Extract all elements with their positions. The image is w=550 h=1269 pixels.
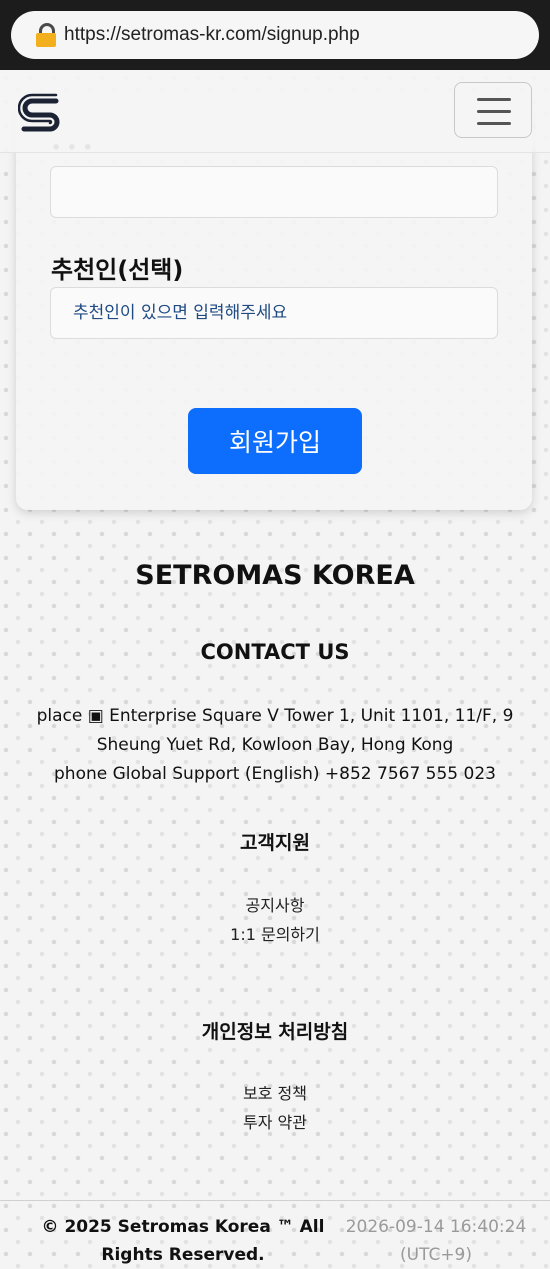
site-header	[0, 70, 550, 153]
inquiry-link[interactable]: 1:1 문의하기	[0, 921, 550, 945]
signup-form-card: • • • 추천인(선택) 회원가입	[16, 100, 532, 510]
phone-text[interactable]: phone Global Support (English) +852 7567…	[16, 760, 534, 789]
datetime-text: 2026-09-14 16:40:24	[345, 1217, 527, 1237]
footer-bottom-bar: © 2025 Setromas Korea ™ All Rights Reser…	[0, 1200, 550, 1265]
copyright-text: © 2025 Setromas Korea ™ All Rights Reser…	[41, 1217, 325, 1265]
hamburger-menu-button[interactable]	[454, 82, 532, 138]
privacy-heading: 개인정보 처리방침	[201, 1021, 349, 1043]
address-text: place ▣ Enterprise Square V Tower 1, Uni…	[36, 706, 514, 755]
investment-terms-link[interactable]: 투자 약관	[0, 1109, 550, 1133]
lock-icon	[36, 23, 56, 47]
menu-line-icon	[477, 110, 511, 113]
datetime-clock: 2026-09-14 16:40:24 (UTC+9)	[336, 1213, 536, 1269]
timezone-text: (UTC+9)	[399, 1245, 473, 1265]
notice-link[interactable]: 공지사항	[0, 892, 550, 916]
address-bar[interactable]: https://setromas-kr.com/signup.php	[11, 11, 539, 59]
signup-submit-button[interactable]: 회원가입	[188, 408, 362, 474]
contact-info: place ▣ Enterprise Square V Tower 1, Uni…	[16, 702, 534, 789]
protection-policy-link[interactable]: 보호 정책	[0, 1080, 550, 1104]
referrer-label: 추천인(선택)	[51, 256, 184, 284]
footer-brand: SETROMAS KOREA	[135, 560, 415, 591]
support-heading: 고객지원	[240, 832, 310, 854]
menu-line-icon	[477, 122, 511, 125]
partial-field-input[interactable]	[50, 166, 498, 218]
menu-line-icon	[477, 98, 511, 101]
browser-toolbar: https://setromas-kr.com/signup.php	[0, 0, 550, 70]
referrer-input[interactable]	[50, 287, 498, 339]
setromas-logo-icon[interactable]	[18, 92, 64, 132]
contact-heading: CONTACT US	[200, 640, 350, 664]
url-text[interactable]: https://setromas-kr.com/signup.php	[64, 24, 360, 46]
